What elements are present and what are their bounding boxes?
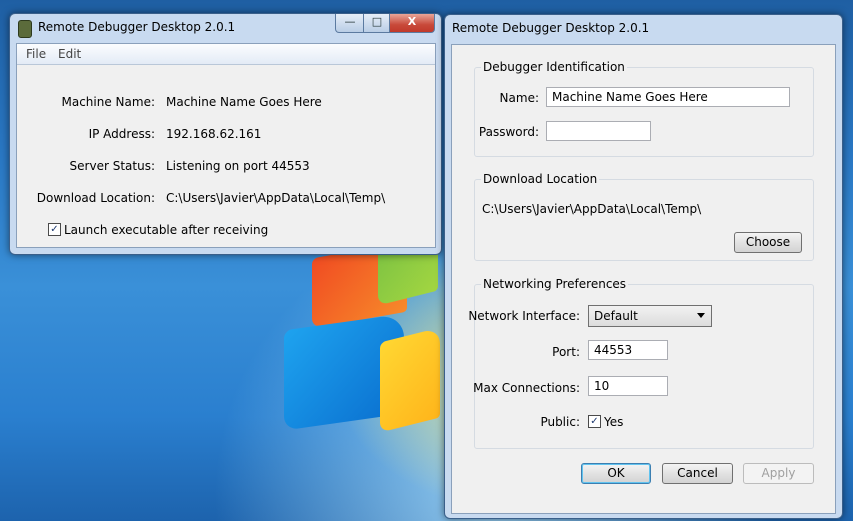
ip-address-label: IP Address: [88,127,155,141]
networking-preferences-title: Networking Preferences [481,277,629,291]
main-window: Remote Debugger Desktop 2.0.1 — □ X File… [9,13,442,255]
debugger-identification-group: Debugger Identification Name: Machine Na… [474,60,814,157]
launch-executable-checkbox[interactable]: ✓ [48,223,61,236]
networking-preferences-group: Networking Preferences Network Interface… [468,277,814,449]
port-input[interactable]: 44553 [588,340,668,360]
password-label: Password: [478,125,539,139]
main-window-title: Remote Debugger Desktop 2.0.1 [38,20,236,34]
network-interface-label: Network Interface: [468,309,580,323]
minimize-button[interactable]: — [335,14,365,33]
menu-edit[interactable]: Edit [58,47,81,61]
public-label: Public: [540,415,580,429]
download-location-title: Download Location [481,172,600,186]
preferences-window-title: Remote Debugger Desktop 2.0.1 [452,21,650,35]
debugger-identification-title: Debugger Identification [481,60,627,74]
preferences-window-titlebar[interactable]: Remote Debugger Desktop 2.0.1 [445,15,842,43]
ip-address-value: 192.168.62.161 [166,127,262,141]
apply-button[interactable]: Apply [743,463,814,484]
main-window-client: File Edit Machine Name: Machine Name Goe… [16,43,436,248]
maximize-button[interactable]: □ [363,14,391,33]
menu-bar: File Edit [17,44,435,65]
cancel-button[interactable]: Cancel [662,463,733,484]
main-window-titlebar[interactable]: Remote Debugger Desktop 2.0.1 — □ X [10,14,441,42]
app-icon [18,20,32,38]
machine-name-label: Machine Name: [61,95,156,109]
network-interface-select[interactable]: Default [588,305,712,327]
dropdown-arrow-icon [697,313,705,318]
public-checkbox-label[interactable]: Yes [604,415,623,429]
download-location-label: Download Location: [36,191,155,205]
download-location-value: C:\Users\Javier\AppData\Local\Temp\ [166,191,386,205]
download-path: C:\Users\Javier\AppData\Local\Temp\ [482,202,702,216]
name-input[interactable]: Machine Name Goes Here [546,87,790,107]
public-checkbox[interactable]: ✓ [588,415,601,428]
launch-executable-label[interactable]: Launch executable after receiving [64,223,268,237]
password-input[interactable] [546,121,651,141]
max-connections-input[interactable]: 10 [588,376,668,396]
ok-button[interactable]: OK [581,463,651,484]
server-status-label: Server Status: [69,159,155,173]
download-location-group: Download Location C:\Users\Javier\AppDat… [474,172,814,261]
port-label: Port: [552,345,580,359]
choose-button[interactable]: Choose [734,232,802,253]
max-connections-label: Max Connections: [473,381,580,395]
network-interface-value: Default [594,309,638,323]
server-status-value: Listening on port 44553 [166,159,310,173]
machine-name-value: Machine Name Goes Here [166,95,322,109]
menu-file[interactable]: File [26,47,46,61]
windows-logo-yellow-pane [380,327,440,433]
preferences-window: Remote Debugger Desktop 2.0.1 Debugger I… [444,14,843,519]
preferences-window-client: Debugger Identification Name: Machine Na… [451,44,836,514]
name-label: Name: [499,91,539,105]
close-button[interactable]: X [389,14,435,33]
